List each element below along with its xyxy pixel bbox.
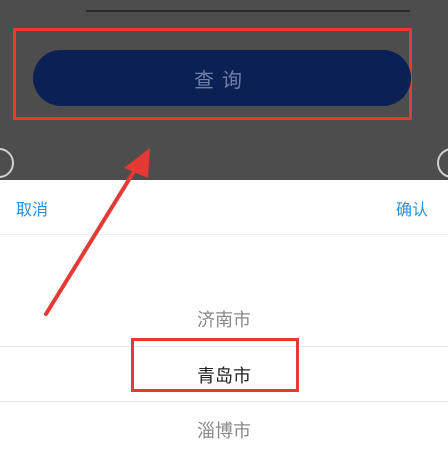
annotation-box-selected <box>131 338 299 392</box>
query-button[interactable]: 查询 <box>33 50 411 106</box>
confirm-button[interactable]: 确认 <box>396 196 428 220</box>
cancel-button[interactable]: 取消 <box>16 196 48 220</box>
picker-option[interactable]: 淄博市 <box>0 417 448 443</box>
dim-overlay[interactable]: 查询 <box>0 0 448 180</box>
circle-icon-right <box>437 148 448 178</box>
divider-line <box>86 10 410 12</box>
selection-line-bottom <box>0 401 448 402</box>
picker-option[interactable]: 济南市 <box>0 306 448 332</box>
circle-icon-left <box>0 148 14 178</box>
city-picker[interactable]: 取消 确认 济南市 青岛市 淄博市 <box>0 180 448 466</box>
picker-toolbar: 取消 确认 <box>0 180 448 235</box>
